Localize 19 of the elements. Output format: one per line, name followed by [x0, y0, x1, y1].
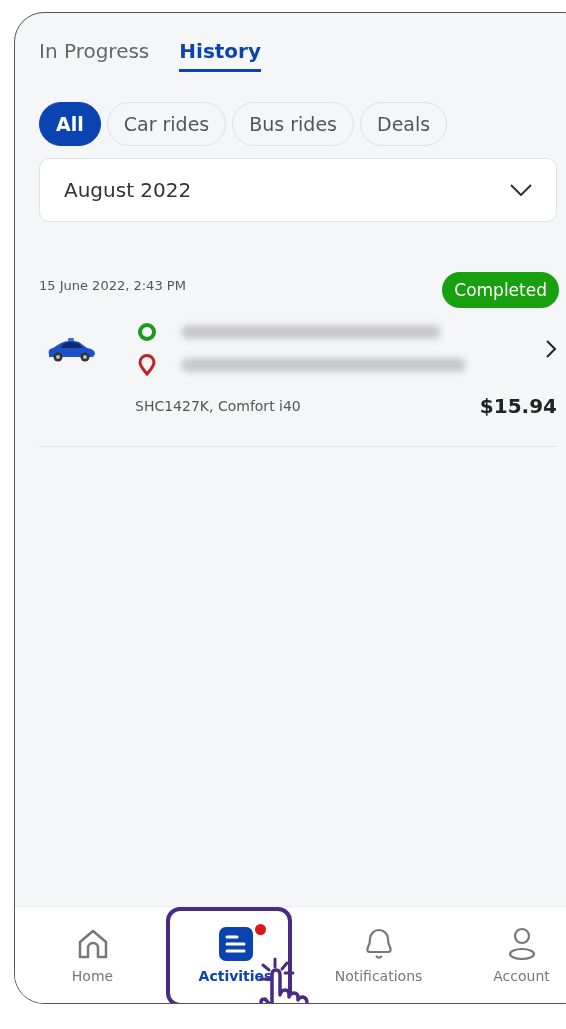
filter-chip[interactable]: Bus rides	[232, 102, 354, 146]
location-pin-icon	[137, 354, 157, 376]
filter-chip[interactable]: Car rides	[106, 102, 227, 146]
filter-chip[interactable]: Deals	[360, 102, 448, 146]
nav-item[interactable]: Account	[450, 926, 566, 984]
vehicle-info: SHC1427K, Comfort i40	[135, 398, 301, 414]
month-dropdown[interactable]: August 2022	[39, 158, 557, 222]
filter-chip[interactable]: All	[39, 102, 101, 146]
nav-item[interactable]: Notifications	[307, 926, 450, 984]
fare-price: $15.94	[479, 394, 557, 418]
tab[interactable]: In Progress	[39, 35, 150, 72]
ride-datetime: 15 June 2022, 2:43 PM	[39, 278, 186, 293]
chevron-down-icon	[510, 184, 532, 196]
status-badge: Completed	[442, 272, 559, 308]
chevron-right-icon[interactable]	[545, 339, 557, 359]
activities-icon	[217, 926, 254, 962]
nav-item[interactable]: Home	[21, 926, 164, 984]
tab[interactable]: History	[179, 35, 261, 72]
pickup-circle-icon	[137, 322, 157, 342]
